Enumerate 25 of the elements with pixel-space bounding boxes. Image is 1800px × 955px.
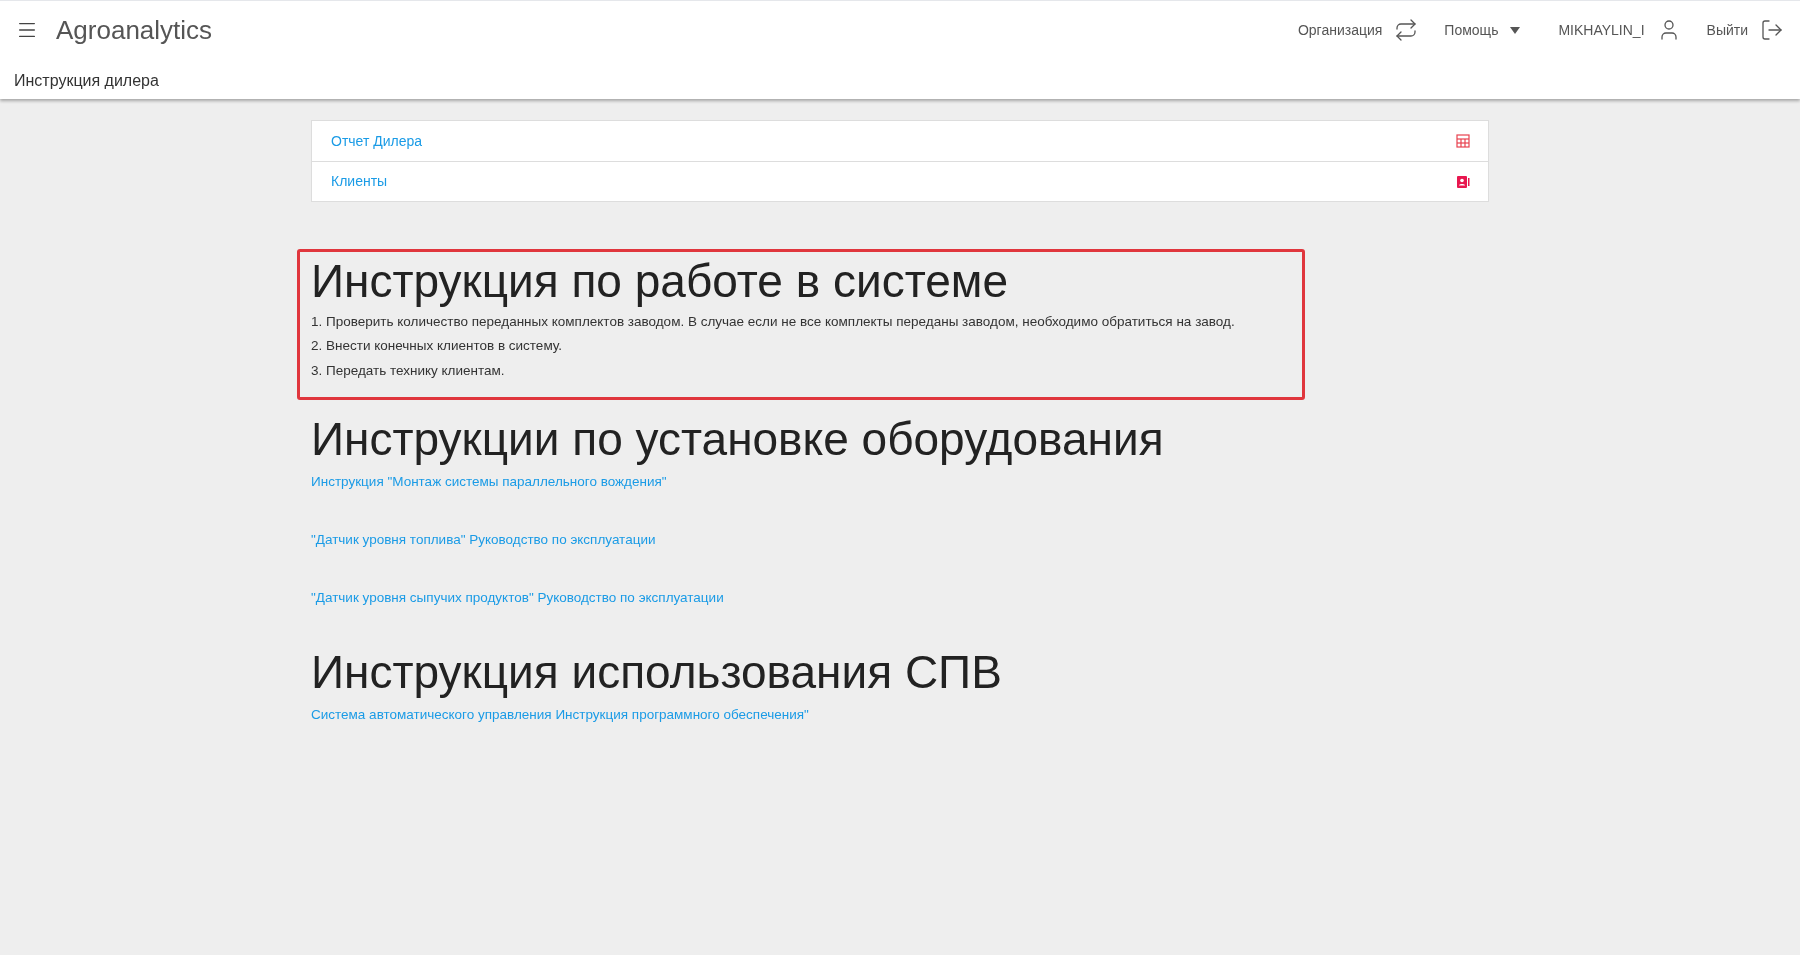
- instruction-step: 2. Внести конечных клиентов в систему.: [311, 336, 1302, 357]
- section-heading: Инструкции по установке оборудования: [311, 411, 1165, 467]
- table-icon: [1456, 134, 1470, 148]
- caret-icon: [1510, 26, 1521, 34]
- user-button[interactable]: MIKHAYLIN_I: [1558, 18, 1681, 42]
- menu-item[interactable]: Клиенты: [312, 161, 1488, 201]
- section-heading: Инструкция по работе в системе: [311, 254, 1009, 309]
- menu-link[interactable]: Клиенты: [331, 171, 388, 192]
- organization-button[interactable]: Организация: [1297, 18, 1419, 42]
- document-link[interactable]: Система автоматического управления Инструкция программного обеспечения": [311, 704, 809, 725]
- instruction-step: 3. Передать технику клиентам.: [311, 360, 1302, 381]
- app-title: Agroanalytics: [56, 13, 213, 47]
- document-link[interactable]: "Датчик уровня сыпучих продуктов" Руководство по эксплуатации: [311, 588, 724, 609]
- help-menu[interactable]: Помощь: [1444, 19, 1521, 41]
- document-link[interactable]: Инструкция "Монтаж системы параллельного вождения": [311, 471, 667, 492]
- contact-card-icon: [1456, 174, 1470, 189]
- section-heading: Инструкция использования СПВ: [311, 644, 1003, 700]
- document-link[interactable]: "Датчик уровня топлива" Руководство по эксплуатации: [311, 530, 656, 551]
- instruction-step: 1. Проверить количество переданных комплектов заводом. В случае если не все комплекты переданы заводом, необходимо обратиться на завод.: [311, 312, 1302, 333]
- menu-link[interactable]: Отчет Дилера: [331, 130, 423, 152]
- page-title: Инструкция дилера: [13, 71, 160, 91]
- logout-icon: [1760, 18, 1784, 42]
- logout-button[interactable]: Выйти: [1706, 18, 1784, 42]
- menu-item[interactable]: Отчет Дилера: [312, 121, 1488, 161]
- switch-arrows-icon: [1394, 18, 1419, 42]
